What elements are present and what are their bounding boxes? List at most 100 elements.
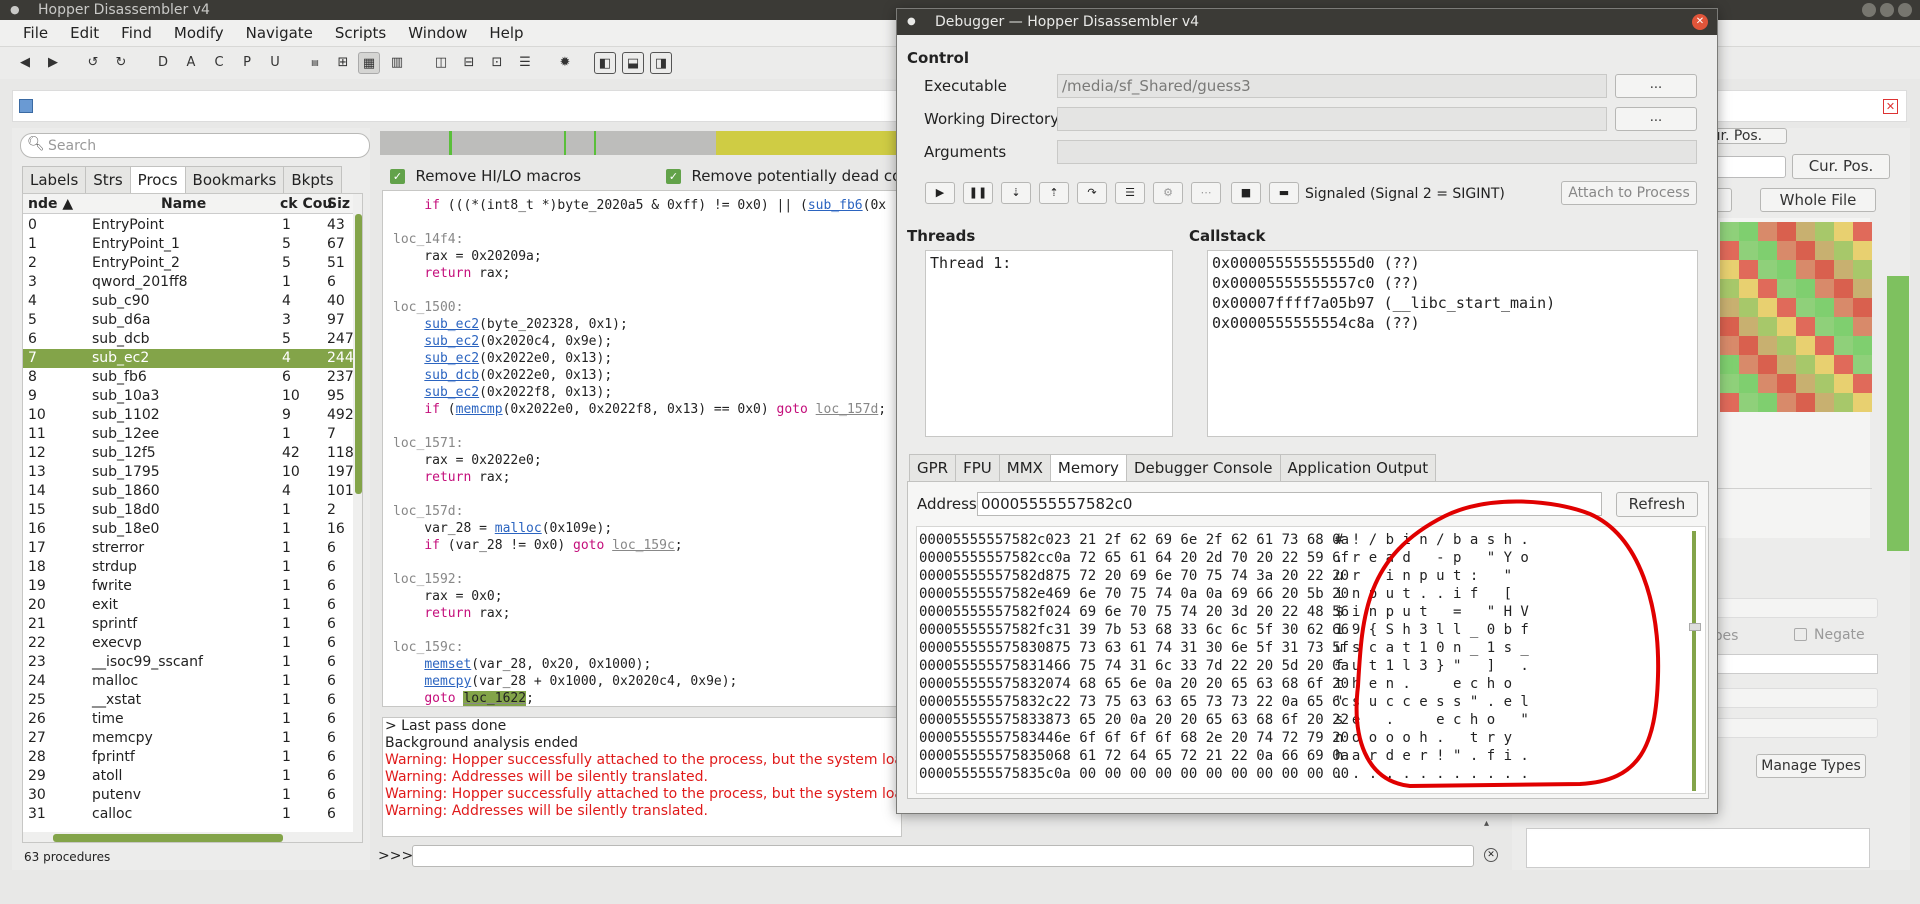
continue-icon[interactable]: ▶ — [925, 182, 955, 204]
code-button[interactable]: C — [208, 52, 230, 74]
code-line[interactable] — [393, 554, 886, 571]
search-field[interactable]: 🔍︎ Search — [20, 133, 370, 158]
callstack-frame[interactable]: 0x00007ffff7a05b97 (__libc_start_main) — [1212, 293, 1693, 313]
table-row[interactable]: 1 EntryPoint_1 5 67 — [23, 235, 353, 254]
maximize-icon[interactable] — [1880, 3, 1894, 17]
debug-icon[interactable]: ✹ — [554, 52, 576, 74]
code-line[interactable]: loc_14f4: — [393, 231, 886, 248]
tab-mmx[interactable]: MMX — [998, 454, 1051, 481]
attach-to-process-button[interactable]: Attach to Process — [1561, 181, 1697, 205]
code-line[interactable]: loc_157d: — [393, 503, 886, 520]
col-block-count[interactable]: ck Cou — [280, 194, 332, 214]
pseudo-code-icon[interactable]: ▦ — [358, 52, 380, 74]
tab-strs[interactable]: Strs — [85, 166, 131, 193]
table-row[interactable]: 7 sub_ec2 4 244 — [23, 349, 354, 368]
code-line[interactable]: loc_1500: — [393, 299, 886, 316]
minimize-icon[interactable] — [1862, 3, 1876, 17]
search-input[interactable]: Search — [48, 138, 96, 154]
graph-icon[interactable]: ⊞ — [332, 52, 354, 74]
code-line[interactable]: loc_1592: — [393, 571, 886, 588]
table-row[interactable]: 28 fprintf 1 6 — [23, 748, 353, 767]
code-line[interactable]: return rax; — [393, 605, 886, 622]
step-instruction-icon[interactable]: ☰ — [1115, 182, 1145, 204]
whole-file-button[interactable]: Whole File — [1760, 188, 1876, 212]
table-row[interactable]: 11 sub_12ee 1 7 — [23, 425, 353, 444]
back-icon[interactable]: ◀ — [14, 52, 36, 74]
code-line[interactable] — [393, 214, 886, 231]
menu-find[interactable]: Find — [110, 20, 163, 47]
menu-scripts[interactable]: Scripts — [324, 20, 397, 47]
col-name[interactable]: Name — [161, 194, 206, 214]
code-line[interactable]: rax = 0x0; — [393, 588, 886, 605]
table-row[interactable]: 5 sub_d6a 3 97 — [23, 311, 353, 330]
arguments-field[interactable] — [1057, 140, 1697, 164]
thread-item[interactable]: Thread 1: — [926, 251, 1172, 275]
list-icon[interactable]: ☰ — [514, 52, 536, 74]
code-line[interactable]: memset(var_28, 0x20, 0x1000); — [393, 656, 886, 673]
browse-workdir-button[interactable]: ... — [1615, 107, 1697, 131]
table-row[interactable]: 19 fwrite 1 6 — [23, 577, 353, 596]
table-row[interactable]: 17 strerror 1 6 — [23, 539, 353, 558]
pseudo-code-view[interactable]: if (((*(int8_t *)byte_2020a5 & 0xff) != … — [382, 190, 902, 707]
step-out-icon[interactable]: ⇡ — [1039, 182, 1069, 204]
bottom-pane-toggle-icon[interactable]: ⬓ — [622, 52, 644, 74]
mov-add-icon[interactable]: ▤ — [304, 52, 326, 74]
menu-navigate[interactable]: Navigate — [235, 20, 324, 47]
close-dot-icon[interactable]: ● — [10, 0, 20, 20]
tab-bookmarks[interactable]: Bookmarks — [184, 166, 285, 193]
table-row[interactable]: 25 __xstat 1 6 — [23, 691, 353, 710]
table-row[interactable]: 20 exit 1 6 — [23, 596, 353, 615]
code-line[interactable]: loc_1571: — [393, 435, 886, 452]
pause-icon[interactable]: ❚❚ — [963, 182, 993, 204]
menu-edit[interactable]: Edit — [59, 20, 110, 47]
code-line[interactable] — [393, 622, 886, 639]
table-row[interactable]: 27 memcpy 1 6 — [23, 729, 353, 748]
col-index[interactable]: nde ▲ — [28, 194, 73, 214]
col-size[interactable]: Siz — [327, 194, 350, 214]
menu-modify[interactable]: Modify — [163, 20, 235, 47]
clear-console-icon[interactable]: ✕ — [1484, 848, 1498, 862]
hex-icon[interactable]: ▥ — [386, 52, 408, 74]
tab-fpu[interactable]: FPU — [955, 454, 1000, 481]
manage-types-button[interactable]: Manage Types — [1756, 754, 1866, 778]
code-line[interactable]: goto loc_1622; — [393, 690, 886, 706]
layout-icon[interactable]: ⊡ — [486, 52, 508, 74]
table-hscrollbar[interactable] — [23, 832, 353, 842]
checkbox-dead-code[interactable]: ✓ — [666, 168, 681, 184]
memory-scrollbar[interactable] — [1689, 527, 1701, 793]
forward-icon[interactable]: ▶ — [42, 52, 64, 74]
table-row[interactable]: 14 sub_1860 4 101 — [23, 482, 354, 501]
code-line[interactable]: rax = 0x20209a; — [393, 248, 886, 265]
close-window-icon[interactable] — [1898, 3, 1912, 17]
left-pane-toggle-icon[interactable]: ◧ — [594, 52, 616, 74]
table-row[interactable]: 13 sub_1795 10 197 — [23, 463, 354, 482]
close-dialog-icon[interactable]: ✕ — [1692, 14, 1708, 30]
data-button[interactable]: D — [152, 52, 174, 74]
procedure-button[interactable]: P — [236, 52, 258, 74]
code-line[interactable]: sub_ec2(byte_202328, 0x1); — [393, 316, 886, 333]
dialog-menu-icon[interactable]: ● — [907, 9, 916, 35]
code-line[interactable] — [393, 486, 886, 503]
code-line[interactable]: sub_dcb(0x2022e0, 0x13); — [393, 367, 886, 384]
table-row[interactable]: 9 sub_10a3 10 95 — [23, 387, 353, 406]
tab-bkpts[interactable]: Bkpts — [283, 166, 342, 193]
menu-window[interactable]: Window — [397, 20, 478, 47]
table-scrollbar[interactable] — [353, 194, 362, 842]
attach-icon[interactable]: ⚙ — [1153, 182, 1183, 204]
code-line[interactable]: if (((*(int8_t *)byte_2020a5 & 0xff) != … — [393, 197, 886, 214]
right-pane-toggle-icon[interactable]: ◨ — [650, 52, 672, 74]
code-line[interactable]: sub_ec2(0x2020c4, 0x9e); — [393, 333, 886, 350]
table-row[interactable]: 30 putenv 1 6 — [23, 786, 353, 805]
right-scroll-bar[interactable] — [1887, 276, 1909, 551]
code-line[interactable]: if (var_28 != 0x0) goto loc_159c; — [393, 537, 886, 554]
table-row[interactable]: 22 execvp 1 6 — [23, 634, 353, 653]
undefine-button[interactable]: U — [264, 52, 286, 74]
stop-icon[interactable]: ■ — [1231, 182, 1261, 204]
code-line[interactable]: var_28 = malloc(0x109e); — [393, 520, 886, 537]
step-into-icon[interactable]: ⇣ — [1001, 182, 1031, 204]
tab-gpr[interactable]: GPR — [909, 454, 957, 481]
document-icon[interactable] — [19, 99, 33, 113]
option-hilo[interactable]: ✓ Remove HI/LO macros — [390, 167, 581, 185]
navigation-strip[interactable] — [380, 131, 900, 155]
callstack-frame[interactable]: 0x00005555555555d0 (??) — [1212, 253, 1693, 273]
